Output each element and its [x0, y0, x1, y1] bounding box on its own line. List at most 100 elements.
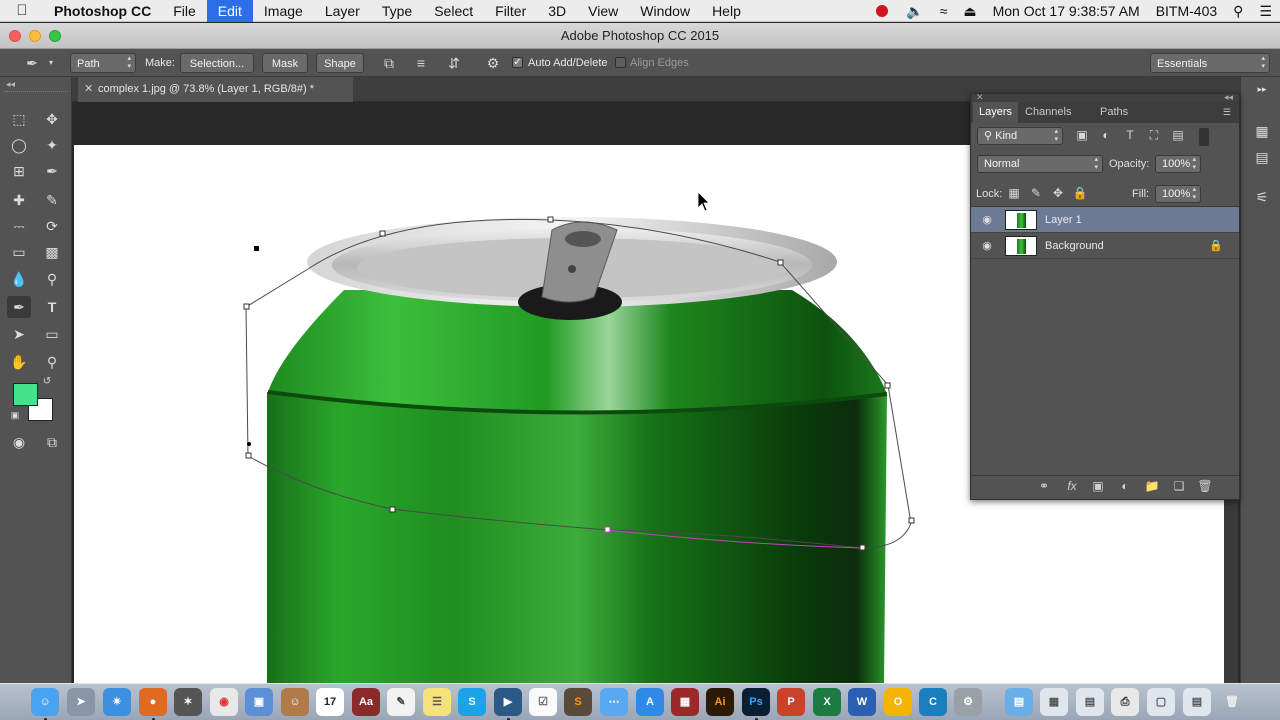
- downloads-icon[interactable]: ▦: [1040, 688, 1068, 716]
- anchor-point[interactable]: [243, 303, 250, 310]
- apple-menu-icon[interactable]: : [0, 2, 44, 19]
- layer-row-background[interactable]: ◉ Background 🔒: [971, 233, 1239, 259]
- move-tool-icon[interactable]: ✥: [40, 108, 64, 130]
- window-maximize-button[interactable]: [49, 30, 61, 42]
- marquee-tool-icon[interactable]: ⬚: [7, 108, 31, 130]
- lasso-tool-icon[interactable]: ◯: [7, 134, 31, 156]
- foreground-color-swatch[interactable]: [13, 383, 38, 406]
- shape-filter-icon[interactable]: ⛶: [1145, 128, 1163, 143]
- crop-tool-icon[interactable]: ⊞: [7, 160, 31, 182]
- window-minimize-button[interactable]: [29, 30, 41, 42]
- panel-grip[interactable]: [4, 91, 68, 94]
- close-tab-icon[interactable]: ✕: [84, 77, 93, 102]
- default-colors-icon[interactable]: ▣: [7, 407, 23, 423]
- anchor-point[interactable]: [908, 517, 915, 524]
- new-layer-icon[interactable]: ❏: [1170, 479, 1188, 493]
- word-icon[interactable]: W: [848, 688, 876, 716]
- anchor-handle-point[interactable]: [254, 246, 259, 251]
- clone-stamp-tool-icon[interactable]: ⎓: [7, 215, 31, 237]
- menu-file[interactable]: File: [162, 0, 207, 22]
- clock-text[interactable]: Mon Oct 17 9:38:57 AM: [985, 0, 1148, 22]
- workspace-select[interactable]: Essentials: [1150, 53, 1270, 73]
- pixel-filter-icon[interactable]: ▣: [1073, 128, 1091, 142]
- pen-tool-icon[interactable]: ✒: [7, 296, 31, 318]
- anchor-point[interactable]: [547, 216, 554, 223]
- menu-select[interactable]: Select: [423, 0, 484, 22]
- adjustment-layer-icon[interactable]: ◐: [1116, 479, 1134, 493]
- type-tool-icon[interactable]: T: [40, 296, 64, 318]
- anchor-point[interactable]: [379, 230, 386, 237]
- opacity-input[interactable]: 100%: [1155, 155, 1201, 173]
- path-arrangement-icon[interactable]: ⇵: [443, 53, 465, 73]
- spotlight-search-icon[interactable]: ⚲: [1225, 0, 1251, 22]
- menu-image[interactable]: Image: [253, 0, 314, 22]
- menu-view[interactable]: View: [577, 0, 629, 22]
- adjustment-filter-icon[interactable]: ◐: [1097, 128, 1115, 142]
- lock-image-icon[interactable]: ✎: [1027, 186, 1045, 200]
- screen-mode-icon[interactable]: ⧉: [40, 431, 64, 453]
- properties-panel-icon[interactable]: ▤: [1252, 147, 1272, 167]
- anchor-point[interactable]: [245, 452, 252, 459]
- skype-icon[interactable]: S: [458, 688, 486, 716]
- anchor-point[interactable]: [777, 259, 784, 266]
- notes-icon[interactable]: ☰: [423, 688, 451, 716]
- stack-icon[interactable]: ▤: [1183, 688, 1211, 716]
- notification-center-icon[interactable]: ☰: [1251, 0, 1280, 22]
- excel-icon[interactable]: X: [813, 688, 841, 716]
- blur-tool-icon[interactable]: 💧: [7, 268, 31, 290]
- trash-icon[interactable]: 🗑: [1218, 688, 1246, 716]
- rectangle-tool-icon[interactable]: ▭: [40, 323, 64, 345]
- system-preferences-icon[interactable]: ⚙: [954, 688, 982, 716]
- chevron-down-icon[interactable]: ▾: [46, 53, 56, 73]
- menu-layer[interactable]: Layer: [314, 0, 371, 22]
- gradient-tool-icon[interactable]: ▩: [40, 241, 64, 263]
- lock-position-icon[interactable]: ✥: [1049, 186, 1067, 200]
- brush-tool-icon[interactable]: ✎: [40, 189, 64, 211]
- menu-3d[interactable]: 3D: [537, 0, 577, 22]
- eye-icon[interactable]: ◉: [979, 207, 995, 233]
- chrome-icon[interactable]: ◉: [210, 688, 238, 716]
- layers-panel-header[interactable]: ✕ ◂◂: [971, 92, 1239, 102]
- wifi-icon[interactable]: ≈: [932, 0, 956, 22]
- anchor-handle-point[interactable]: [247, 442, 251, 446]
- menu-help[interactable]: Help: [701, 0, 752, 22]
- photobooth-icon[interactable]: ▦: [671, 688, 699, 716]
- anchor-point-selected[interactable]: [604, 526, 611, 533]
- healing-brush-tool-icon[interactable]: ✚: [7, 189, 31, 211]
- menu-edit[interactable]: Edit: [206, 0, 253, 22]
- contacts-icon[interactable]: ☺: [281, 688, 309, 716]
- add-mask-icon[interactable]: ▣: [1089, 479, 1107, 493]
- folder-icon[interactable]: ▤: [1005, 688, 1033, 716]
- anchor-point[interactable]: [859, 544, 866, 551]
- quicktime-icon[interactable]: ▶: [494, 688, 522, 716]
- quick-selection-tool-icon[interactable]: ✦: [40, 134, 64, 156]
- screenshots-icon[interactable]: ▢: [1147, 688, 1175, 716]
- cyberduck-icon[interactable]: C: [919, 688, 947, 716]
- layer-row-layer-1[interactable]: ◉ Layer 1: [971, 207, 1239, 233]
- link-layers-icon[interactable]: ⚭: [1035, 479, 1053, 493]
- eraser-tool-icon[interactable]: ▭: [7, 241, 31, 263]
- printer-icon[interactable]: ⎙: [1111, 688, 1139, 716]
- history-panel-icon[interactable]: ▦: [1252, 121, 1272, 141]
- messages-icon[interactable]: ⋯: [600, 688, 628, 716]
- type-filter-icon[interactable]: T: [1121, 128, 1139, 142]
- path-operations-icon[interactable]: ⧉: [378, 53, 400, 73]
- tab-channels[interactable]: Channels: [1019, 102, 1077, 123]
- anchor-point[interactable]: [884, 382, 891, 389]
- menu-window[interactable]: Window: [629, 0, 701, 22]
- blend-mode-select[interactable]: Normal: [977, 155, 1103, 173]
- fill-input[interactable]: 100%: [1155, 185, 1201, 203]
- layer-name[interactable]: Layer 1: [1045, 207, 1082, 233]
- calendar-icon[interactable]: 17: [316, 688, 344, 716]
- menu-type[interactable]: Type: [371, 0, 423, 22]
- character-panel-icon[interactable]: ⚟: [1252, 187, 1272, 207]
- tab-paths[interactable]: Paths: [1094, 102, 1134, 123]
- panel-menu-icon[interactable]: ☰: [1217, 102, 1237, 123]
- auto-add-delete-checkbox[interactable]: ✓: [512, 57, 523, 68]
- quick-mask-icon[interactable]: ◉: [7, 431, 31, 453]
- finder-icon[interactable]: ☺: [31, 688, 59, 716]
- tool-mode-select[interactable]: Path: [70, 53, 136, 73]
- reminders-icon[interactable]: ☑: [529, 688, 557, 716]
- make-mask-button[interactable]: Mask: [262, 53, 308, 73]
- vlc-icon[interactable]: O: [884, 688, 912, 716]
